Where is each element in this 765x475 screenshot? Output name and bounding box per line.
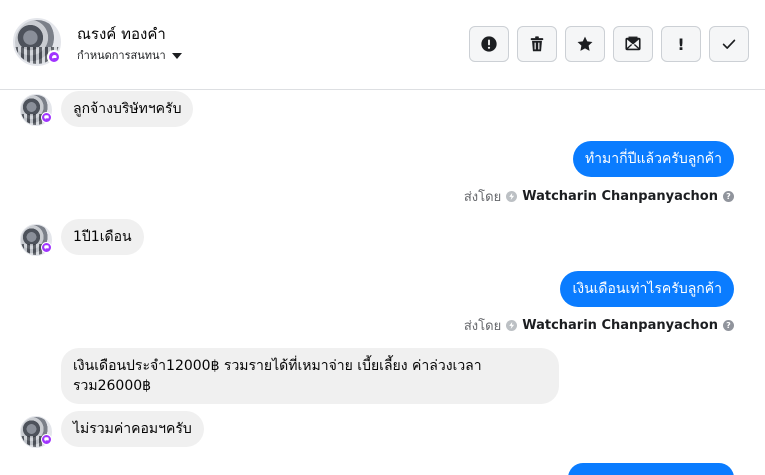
mark-done-button[interactable]	[709, 26, 749, 62]
outgoing-message-bubble[interactable]	[568, 463, 734, 475]
outgoing-message-bubble[interactable]: ทำมากี่ปีแล้วครับลูกค้า	[572, 141, 734, 177]
star-button[interactable]	[565, 26, 605, 62]
sent-by-agent[interactable]: Watcharin Chanpanyachon	[522, 189, 718, 204]
automation-icon	[506, 320, 518, 331]
exclamation-icon: !	[677, 34, 685, 54]
messenger-badge-icon	[41, 434, 52, 445]
help-icon[interactable]: ?	[723, 320, 734, 331]
delete-button[interactable]	[517, 26, 557, 62]
mark-unread-button[interactable]	[613, 26, 653, 62]
sent-by-line: ส่งโดย Watcharin Chanpanyachon ?	[464, 315, 734, 336]
checkmark-icon	[722, 39, 736, 49]
automation-icon	[506, 191, 518, 202]
sent-by-agent[interactable]: Watcharin Chanpanyachon	[522, 318, 718, 333]
sent-by-line: ส่งโดย Watcharin Chanpanyachon ?	[464, 186, 734, 207]
incoming-message-bubble[interactable]: เงินเดือนประจำ12000฿ รวมรายได้ที่เหมาจ่า…	[61, 348, 559, 404]
messenger-badge-icon	[41, 242, 52, 253]
envelope-icon	[625, 36, 641, 51]
sent-by-prefix: ส่งโดย	[463, 319, 502, 334]
incoming-message-bubble[interactable]: ไม่รวมค่าคอมฯครับ	[61, 411, 204, 447]
conversation-header: ณรงค์ ทองคำ กำหนดการสนทนา !	[0, 0, 765, 90]
messenger-badge-icon	[41, 112, 52, 123]
assign-conversation-dropdown[interactable]: กำหนดการสนทนา	[77, 46, 182, 64]
messenger-badge-icon	[47, 50, 61, 64]
contact-name[interactable]: ณรงค์ ทองคำ	[77, 22, 166, 46]
incoming-message-bubble[interactable]: 1ปี1เดือน	[61, 219, 144, 255]
caret-down-icon	[171, 52, 182, 59]
follow-up-button[interactable]: !	[661, 26, 701, 62]
incoming-message-bubble[interactable]: ลูกจ้างบริษัทฯครับ	[61, 91, 194, 127]
spam-button[interactable]	[469, 26, 509, 62]
star-icon	[577, 36, 593, 51]
conversation-toolbar: !	[469, 26, 749, 62]
trash-icon	[530, 36, 544, 52]
outgoing-message-bubble[interactable]: เงินเดือนเท่าไรครับลูกค้า	[560, 271, 734, 307]
message-thread[interactable]: ลูกจ้างบริษัทฯครับ ทำมากี่ปีแล้วครับลูกค…	[0, 91, 765, 475]
sent-by-prefix: ส่งโดย	[463, 190, 502, 205]
help-icon[interactable]: ?	[723, 191, 734, 202]
assign-conversation-label: กำหนดการสนทนา	[77, 49, 166, 62]
alert-circle-icon	[481, 36, 497, 52]
